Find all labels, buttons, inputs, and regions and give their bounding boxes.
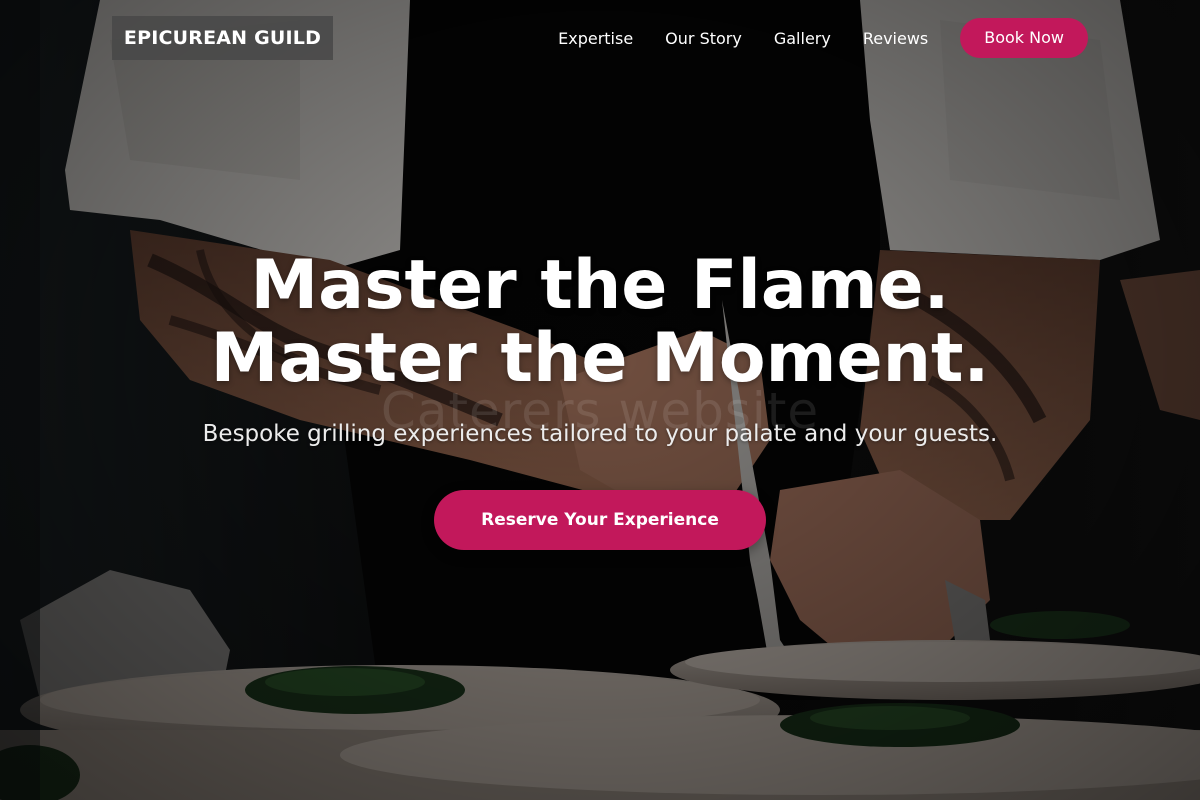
hero-headline-line-1: Master the Flame.: [250, 246, 950, 325]
book-now-button[interactable]: Book Now: [960, 18, 1088, 58]
reserve-experience-button[interactable]: Reserve Your Experience: [434, 490, 766, 550]
nav-link-gallery[interactable]: Gallery: [774, 29, 831, 48]
nav-link-our-story[interactable]: Our Story: [665, 29, 742, 48]
nav-link-reviews[interactable]: Reviews: [863, 29, 928, 48]
top-nav: Expertise Our Story Gallery Reviews Book…: [558, 18, 1088, 58]
brand-logo[interactable]: EPICUREAN GUILD: [112, 16, 333, 60]
hero-section: EPICUREAN GUILD Expertise Our Story Gall…: [0, 0, 1200, 800]
nav-link-expertise[interactable]: Expertise: [558, 29, 633, 48]
hero-subtitle: Bespoke grilling experiences tailored to…: [202, 421, 998, 447]
